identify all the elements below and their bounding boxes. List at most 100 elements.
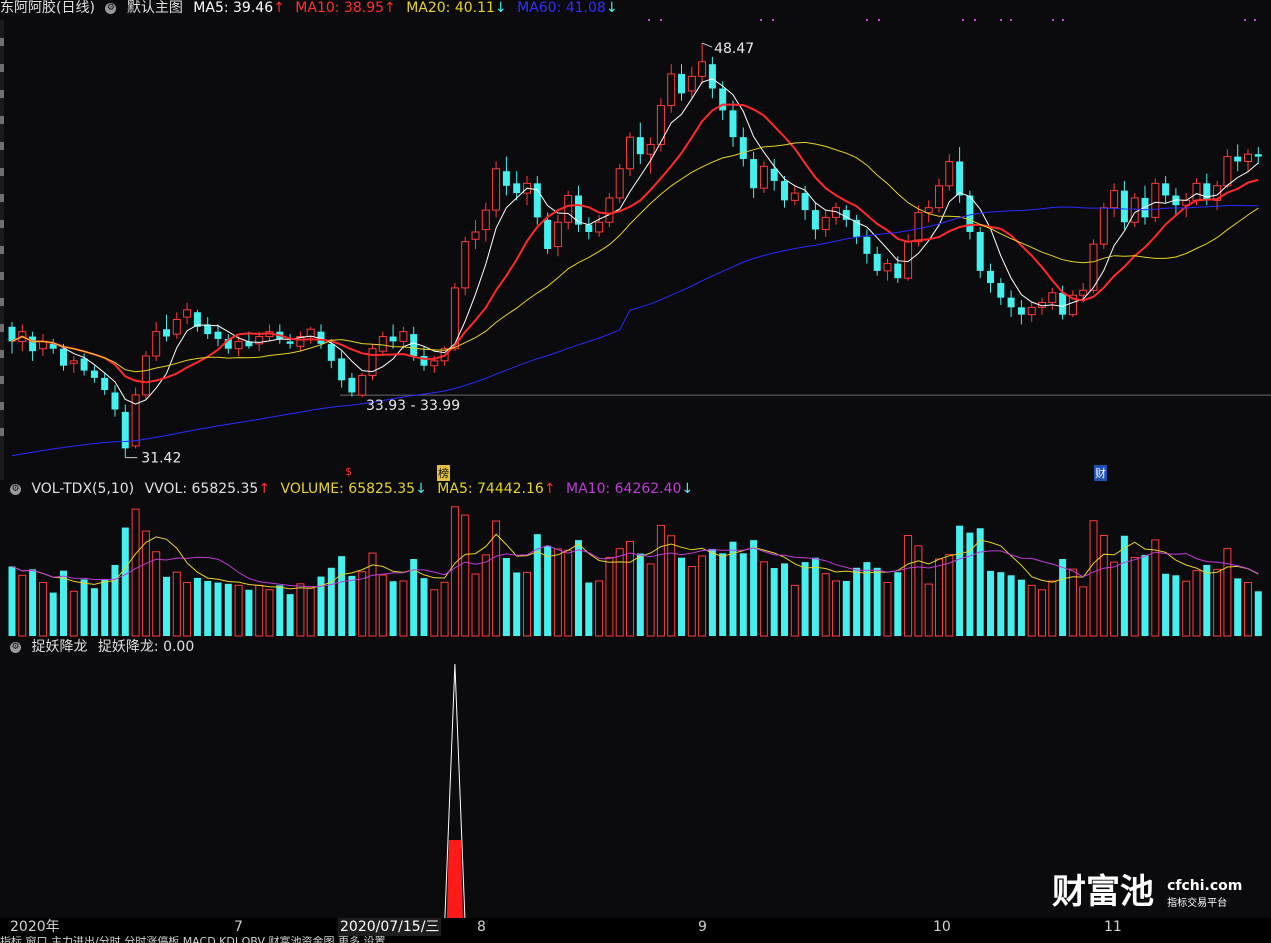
candle-body bbox=[976, 231, 984, 271]
volume-bar bbox=[976, 528, 984, 636]
candle-body bbox=[399, 331, 408, 342]
settings-gear-icon[interactable]: ⚙ bbox=[105, 2, 117, 14]
volume-bar bbox=[101, 579, 109, 636]
volume-bar bbox=[781, 563, 788, 636]
volume-bar bbox=[1110, 561, 1119, 637]
indicator-signal-bar bbox=[446, 840, 463, 918]
indicator-value: 捉妖降龙: 0.00 bbox=[97, 639, 195, 655]
dividend-marker[interactable]: $ bbox=[345, 465, 352, 478]
volume-bar bbox=[719, 553, 727, 636]
candle-body bbox=[141, 355, 150, 396]
volume-bar bbox=[729, 541, 737, 636]
candle-body bbox=[997, 283, 1005, 298]
candle-body bbox=[873, 253, 881, 271]
ma5-readout: MA5: 39.46↑ bbox=[193, 0, 285, 16]
volume-indicator-name[interactable]: VOL-TDX(5,10) bbox=[31, 481, 134, 497]
volume-chart[interactable] bbox=[0, 500, 1271, 638]
candle-body bbox=[1048, 292, 1057, 303]
volume-bar bbox=[430, 589, 439, 637]
candle-body bbox=[1059, 292, 1067, 315]
top-dot-mark bbox=[1062, 19, 1064, 21]
top-dot-mark bbox=[648, 19, 650, 21]
volume-bar bbox=[440, 581, 449, 637]
candle-body bbox=[152, 331, 161, 357]
volume-bar bbox=[121, 527, 129, 636]
volume-bar bbox=[60, 570, 67, 636]
top-dot-mark bbox=[866, 19, 868, 21]
candle-body bbox=[678, 73, 685, 94]
candle-body bbox=[1007, 297, 1015, 308]
price-chart[interactable]: 48.47 31.42 33.93 - 33.99 bbox=[0, 18, 1271, 480]
volume-bar bbox=[1068, 568, 1077, 637]
indicator-settings-gear-icon[interactable]: ⚙ bbox=[10, 641, 21, 653]
volume-bar bbox=[832, 580, 840, 637]
volume-bar bbox=[450, 506, 459, 637]
volume-bar bbox=[821, 573, 830, 637]
volume-bar bbox=[1213, 568, 1222, 637]
volume-bar bbox=[1099, 534, 1108, 637]
bottom-indicator-tabs[interactable]: 指标 窗口 主力进出/分时 分时涨停板 MACD KDJ OBV 财富池资金图 … bbox=[0, 936, 1271, 943]
candle-body bbox=[698, 61, 707, 77]
volume-bar bbox=[276, 585, 284, 636]
candle-body bbox=[471, 231, 480, 240]
volume-bar bbox=[513, 572, 521, 636]
volume-bar bbox=[687, 565, 696, 637]
candle-body bbox=[739, 137, 747, 160]
candle-body bbox=[29, 336, 37, 352]
candle-body bbox=[750, 159, 758, 189]
indicator-name[interactable]: 捉妖降龙 bbox=[31, 639, 87, 655]
candle-body bbox=[60, 348, 67, 366]
candle-body bbox=[656, 105, 665, 145]
volume-bar bbox=[1027, 584, 1036, 637]
candle-body bbox=[1223, 156, 1232, 187]
candle-body bbox=[306, 328, 315, 338]
candle-body bbox=[605, 197, 614, 223]
top-dot-mark bbox=[878, 19, 880, 21]
candle-body bbox=[1120, 190, 1128, 223]
volume-bar bbox=[1017, 579, 1025, 636]
candle-body bbox=[358, 374, 367, 396]
candle-body bbox=[615, 168, 624, 199]
volume-bar bbox=[1234, 578, 1242, 636]
volume-bar bbox=[698, 555, 707, 637]
volume-bar bbox=[1192, 570, 1201, 637]
volume-bar bbox=[163, 576, 170, 636]
volume-bar bbox=[626, 540, 634, 637]
candle-body bbox=[410, 334, 418, 356]
candle-body bbox=[172, 319, 181, 335]
volume-settings-gear-icon[interactable]: ⚙ bbox=[10, 483, 21, 495]
candle-body bbox=[1099, 207, 1108, 245]
candle-body bbox=[821, 216, 830, 231]
candle-body bbox=[338, 358, 346, 381]
volume-bar bbox=[853, 567, 861, 636]
candle-body bbox=[1151, 182, 1160, 218]
volume-bar bbox=[1162, 573, 1170, 636]
candle-body bbox=[1254, 154, 1262, 157]
x-label-sep: 9 bbox=[698, 919, 707, 935]
finance-marker[interactable]: 财 bbox=[1094, 465, 1107, 481]
volume-bar bbox=[585, 582, 593, 636]
volume-bar bbox=[1079, 586, 1088, 637]
candle-body bbox=[430, 360, 439, 367]
volume-bar bbox=[842, 580, 850, 636]
volume-bar bbox=[461, 514, 470, 637]
ma60-line bbox=[11, 204, 1259, 457]
volume-bar bbox=[265, 589, 274, 637]
candle-body bbox=[214, 331, 222, 339]
volume-bar bbox=[595, 580, 604, 637]
candle-body bbox=[966, 195, 974, 232]
ma10-line bbox=[11, 103, 1259, 384]
volume-bar bbox=[759, 561, 768, 637]
top-dot-mark bbox=[974, 19, 976, 21]
high-price-label: 48.47 bbox=[714, 41, 754, 57]
volume-bar bbox=[90, 588, 98, 636]
volume-bar bbox=[111, 564, 119, 636]
ranking-marker[interactable]: 榜 bbox=[437, 465, 450, 481]
top-dot-mark bbox=[962, 19, 964, 21]
candle-body bbox=[1192, 182, 1201, 201]
chart-mode-label[interactable]: 默认主图 bbox=[127, 0, 183, 16]
candle-body bbox=[1079, 289, 1088, 296]
x-label-jul: 7 bbox=[234, 919, 243, 935]
ma20-line bbox=[11, 141, 1259, 373]
candle-body bbox=[1110, 190, 1119, 209]
